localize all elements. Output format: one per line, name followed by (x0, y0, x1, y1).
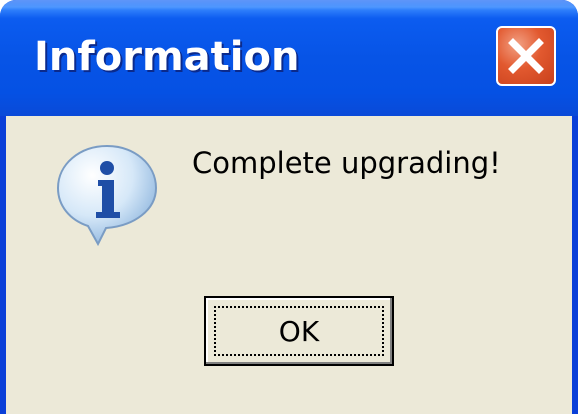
info-icon (56, 144, 158, 247)
close-button[interactable] (496, 26, 556, 86)
close-icon (508, 38, 544, 74)
ok-button-label: OK (278, 314, 320, 348)
dialog-window: Information Complete upgrading! OK (0, 0, 578, 414)
dialog-title: Information (34, 34, 300, 80)
dialog-message: Complete upgrading! (192, 146, 501, 180)
ok-button[interactable]: OK (204, 296, 394, 366)
title-bar[interactable]: Information (0, 0, 578, 116)
dialog-body: Complete upgrading! OK (6, 116, 572, 414)
